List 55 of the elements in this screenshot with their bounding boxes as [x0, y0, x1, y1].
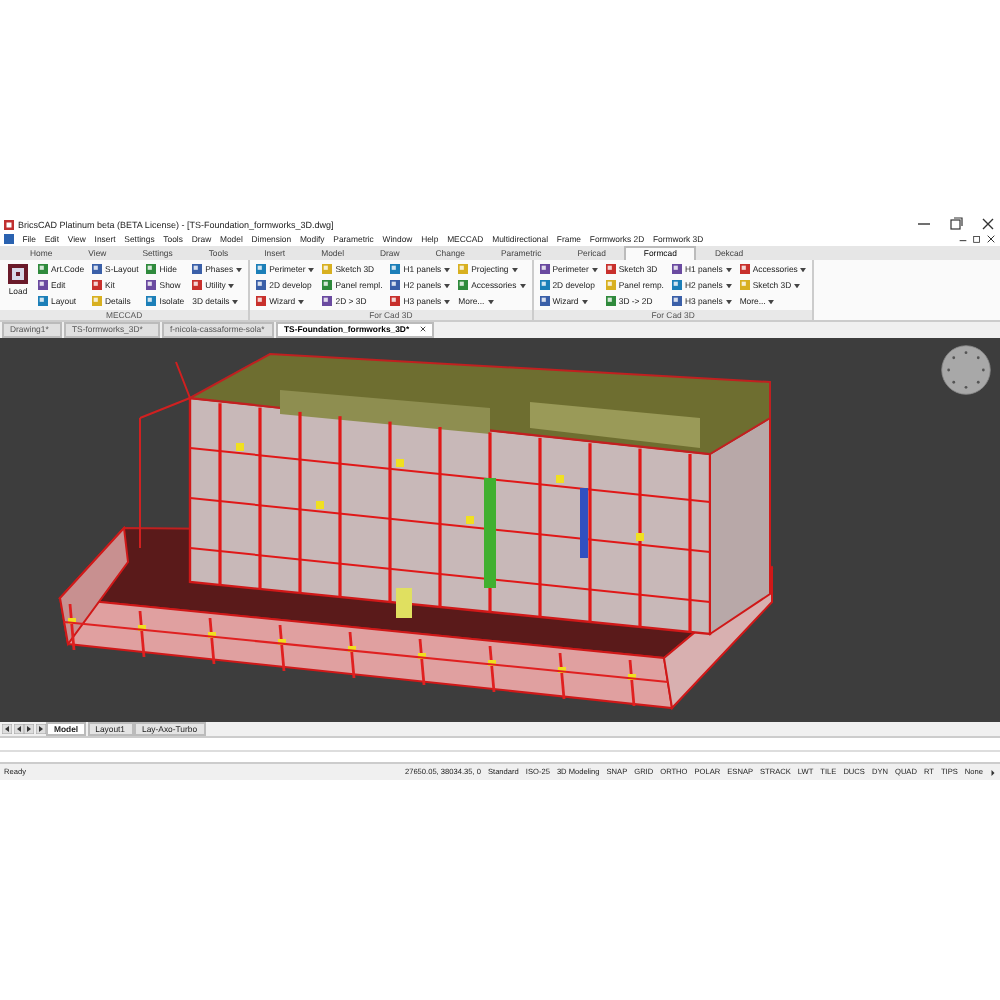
caret-icon	[236, 267, 243, 272]
tool-icon	[38, 280, 48, 291]
caret-icon	[308, 267, 315, 272]
caret-icon	[591, 267, 598, 272]
tool-icon	[390, 296, 401, 307]
tab-scroll-icon[interactable]	[13, 723, 23, 734]
tool-icon	[322, 280, 333, 291]
caret-icon	[725, 267, 732, 272]
minimize-icon[interactable]	[958, 234, 968, 245]
caret-icon	[511, 267, 518, 272]
caret-icon	[228, 283, 235, 288]
close-icon[interactable]	[980, 216, 996, 233]
tool-icon	[739, 280, 750, 291]
tool-icon	[92, 296, 103, 307]
close-icon[interactable]	[986, 234, 996, 245]
close-icon[interactable]	[419, 326, 426, 333]
caret-icon	[444, 267, 451, 272]
tool-icon	[539, 296, 550, 307]
3d-viewport[interactable]	[0, 337, 1000, 722]
caret-icon	[581, 299, 588, 304]
tool-icon	[322, 296, 333, 307]
tool-icon	[671, 296, 682, 307]
tool-icon	[38, 296, 48, 307]
caret-icon	[725, 299, 732, 304]
tool-icon	[8, 264, 28, 285]
tab-scroll-icon[interactable]	[24, 723, 34, 734]
tool-icon	[605, 280, 616, 291]
caret-icon	[487, 299, 494, 304]
tab-scroll-icon[interactable]	[2, 723, 12, 734]
caret-icon	[725, 283, 732, 288]
tool-icon	[671, 280, 682, 291]
caret-icon	[444, 283, 451, 288]
tool-icon	[605, 296, 616, 307]
caret-icon	[298, 299, 305, 304]
caret-icon	[232, 299, 239, 304]
tool-icon	[146, 280, 157, 291]
tool-icon	[92, 280, 103, 291]
tool-icon	[192, 280, 203, 291]
caret-icon	[444, 299, 451, 304]
tool-icon	[146, 296, 157, 307]
app-icon[interactable]	[4, 234, 14, 245]
tool-icon	[539, 280, 550, 291]
restore-icon[interactable]	[948, 216, 964, 233]
tool-icon	[458, 280, 469, 291]
caret-icon	[519, 283, 526, 288]
tab-scroll-icon[interactable]	[35, 723, 45, 734]
tool-icon	[390, 280, 401, 291]
tool-icon	[256, 280, 267, 291]
navigation-compass-icon[interactable]	[940, 343, 992, 396]
caret-icon	[794, 283, 801, 288]
tool-icon	[256, 296, 267, 307]
caret-icon[interactable]	[990, 769, 996, 776]
caret-icon	[768, 299, 775, 304]
restore-icon[interactable]	[972, 234, 982, 245]
caret-icon	[800, 267, 807, 272]
